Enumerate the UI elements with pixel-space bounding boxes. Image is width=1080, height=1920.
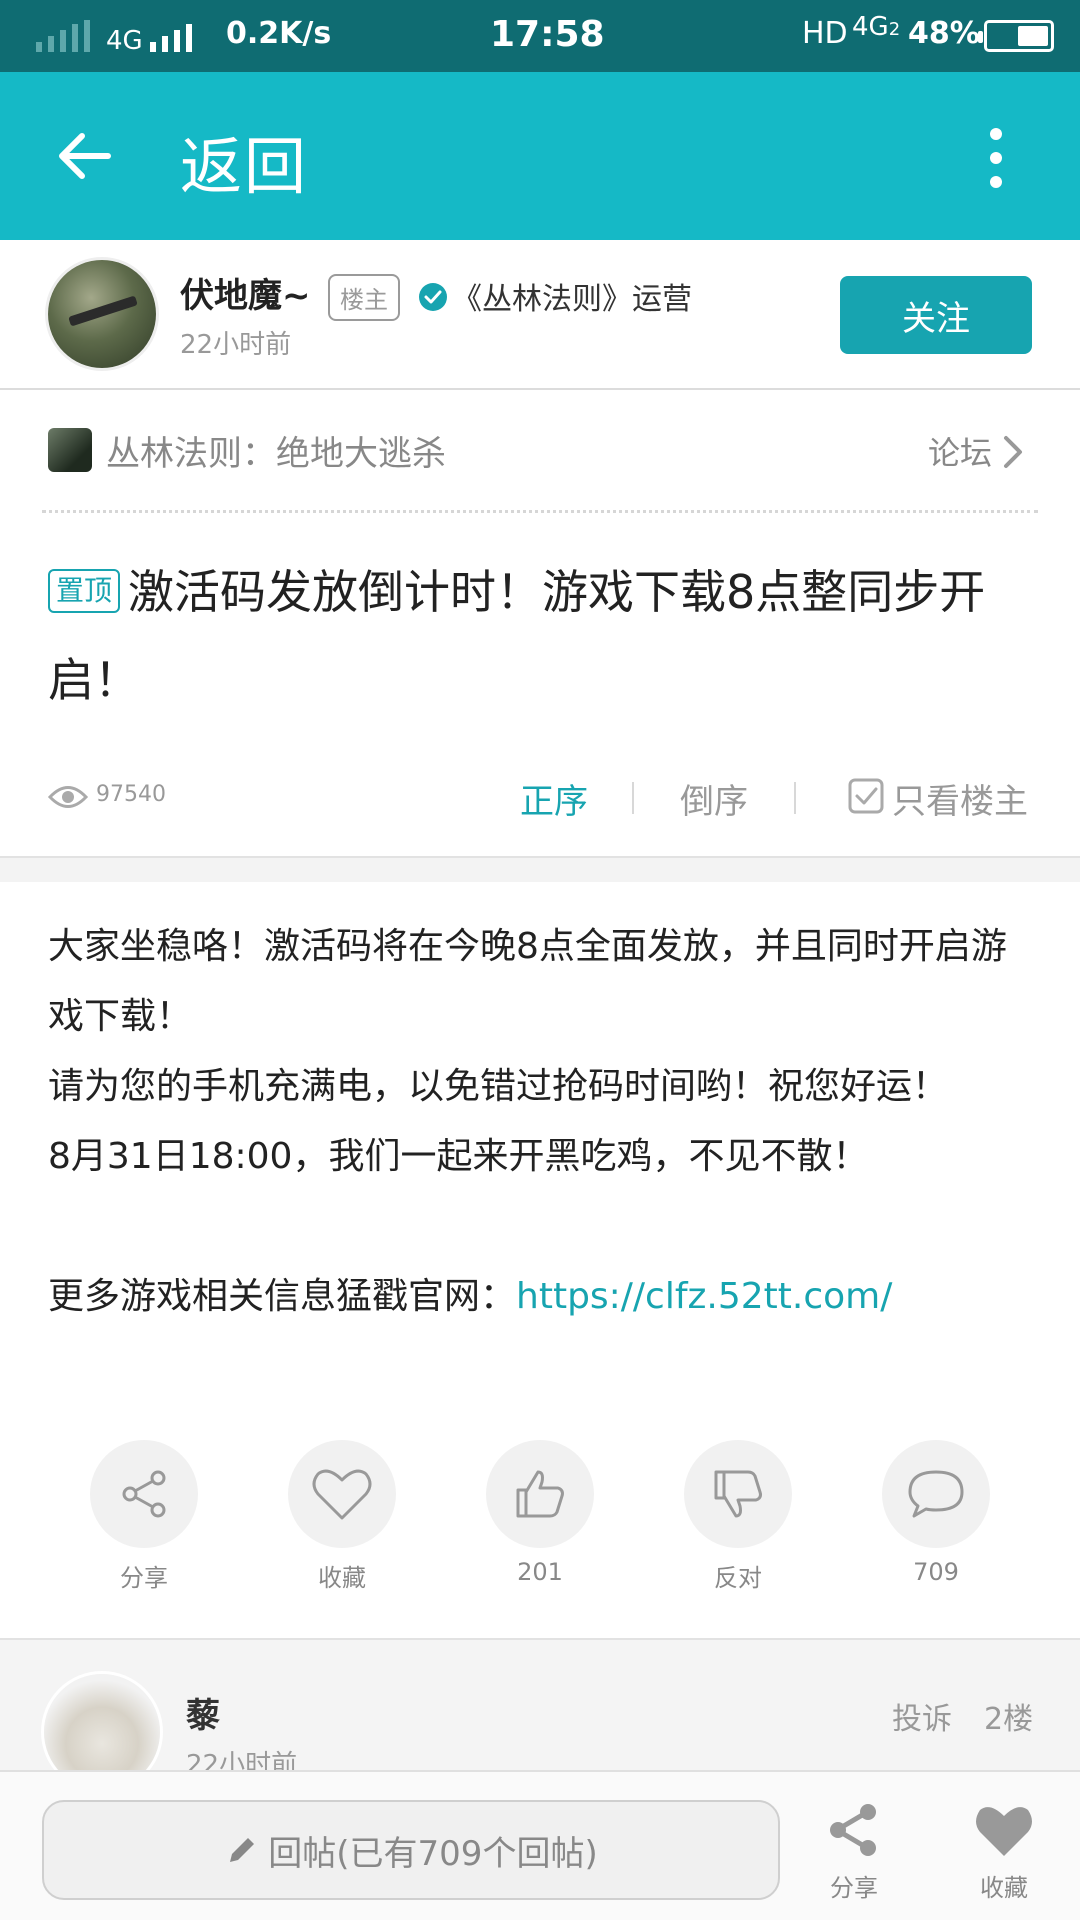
back-label[interactable]: 返回 [180, 116, 308, 206]
forum-name[interactable]: 丛林法则：绝地大逃杀 [106, 426, 446, 475]
body-line: 请为您的手机充满电，以免错过抢码时间哟！祝您好运！ [48, 1066, 949, 1107]
post-title: 置顶 激活码发放倒计时！游戏下载8点整同步开启！ [48, 548, 1038, 724]
report-button[interactable]: 投诉 [892, 1694, 952, 1738]
separator [632, 782, 634, 814]
signal-icon-sim2 [150, 22, 192, 52]
network-type-sim1: 4G [106, 26, 143, 56]
separator [794, 782, 796, 814]
body-line: 8月31日18:00，我们一起来开黑吃鸡，不见不散！ [48, 1136, 869, 1177]
post-actions: 分享 收藏 201 反对 709 [0, 1440, 1080, 1620]
comment-count: 709 [913, 1558, 959, 1586]
post-title-text: 激活码发放倒计时！游戏下载8点整同步开启！ [48, 565, 986, 707]
verified-icon [419, 283, 447, 311]
thumbs-down-icon [714, 1470, 762, 1518]
pencil-icon [230, 1838, 255, 1862]
comment-icon [908, 1470, 964, 1518]
thumbs-up-icon [516, 1470, 564, 1518]
eye-icon [48, 786, 88, 808]
reply-input[interactable]: 回帖(已有709个回帖) [42, 1800, 780, 1900]
oppose-label: 反对 [714, 1564, 762, 1592]
official-site-link[interactable]: https://clfz.52tt.com/ [516, 1276, 892, 1317]
more-info-prefix: 更多游戏相关信息猛戳官网： [48, 1276, 517, 1317]
bottom-bar: 回帖(已有709个回帖) 分享 收藏 [0, 1770, 1080, 1920]
sort-ascending-tab[interactable]: 正序 [520, 774, 588, 823]
sort-descending-tab[interactable]: 倒序 [680, 774, 748, 823]
author-row: 伏地魔~ 楼主 《丛林法则》运营 22小时前 关注 [0, 240, 1080, 390]
share-icon [830, 1804, 876, 1856]
author-name[interactable]: 伏地魔~ [180, 268, 311, 317]
pinned-badge: 置顶 [48, 569, 121, 613]
reply-author-name[interactable]: 藜 [186, 1688, 220, 1737]
bottom-share-button[interactable]: 分享 [804, 1800, 904, 1903]
bottom-favorite-label: 收藏 [980, 1874, 1028, 1902]
app-bar: 返回 [0, 72, 1080, 240]
author-role: 《丛林法则》运营 [452, 282, 692, 317]
heart-icon [976, 1807, 1032, 1856]
share-icon [122, 1470, 166, 1518]
clock: 17:58 [490, 14, 605, 55]
hd-indicator: HD [802, 16, 848, 51]
like-action[interactable]: 201 [486, 1440, 594, 1586]
back-arrow-icon[interactable] [52, 124, 116, 188]
battery-percent: 48% [908, 16, 980, 51]
post-body: 大家坐稳咯！激活码将在今晚8点全面发放，并且同时开启游戏下载！ 请为您的手机充满… [48, 912, 1038, 1332]
forum-row[interactable]: 丛林法则：绝地大逃杀 论坛 [0, 392, 1080, 512]
favorite-action[interactable]: 收藏 [288, 1440, 396, 1593]
floor-number: 2楼 [984, 1702, 1034, 1737]
follow-button[interactable]: 关注 [840, 276, 1032, 354]
view-count: 97540 [96, 782, 166, 807]
body-line: 大家坐稳咯！激活码将在今晚8点全面发放，并且同时开启游戏下载！ [48, 926, 1007, 1037]
section-divider [0, 856, 1080, 882]
battery-icon [978, 20, 1054, 52]
oppose-action[interactable]: 反对 [684, 1440, 792, 1593]
chevron-right-icon[interactable] [1000, 432, 1028, 472]
forum-link[interactable]: 论坛 [928, 428, 992, 474]
dotted-divider [42, 510, 1038, 513]
favorite-label: 收藏 [318, 1564, 366, 1592]
comment-action[interactable]: 709 [882, 1440, 990, 1586]
network-type-sim2: 4G2 [852, 12, 901, 42]
author-avatar[interactable] [48, 260, 156, 368]
status-bar: 4G 0.2K/s 17:58 HD 4G2 48% [0, 0, 1080, 72]
like-count: 201 [517, 1558, 563, 1586]
bottom-favorite-button[interactable]: 收藏 [954, 1800, 1054, 1903]
op-badge: 楼主 [328, 274, 400, 321]
reply-placeholder: 回帖(已有709个回帖) [268, 1833, 598, 1874]
heart-icon [312, 1469, 372, 1520]
bottom-share-label: 分享 [830, 1874, 878, 1902]
only-op-toggle[interactable]: 只看楼主 [892, 774, 1028, 823]
share-label: 分享 [120, 1564, 168, 1592]
more-info-line: 更多游戏相关信息猛戳官网：https://clfz.52tt.com/ [48, 1262, 1038, 1332]
post-meta-row: 97540 正序 倒序 只看楼主 [0, 760, 1080, 834]
checkbox-icon[interactable] [848, 778, 884, 814]
more-options-icon[interactable] [984, 128, 1008, 188]
forum-icon [48, 428, 92, 472]
post-time: 22小时前 [180, 330, 292, 360]
network-speed: 0.2K/s [226, 16, 332, 51]
share-action[interactable]: 分享 [90, 1440, 198, 1593]
signal-icon-sim1 [36, 20, 90, 52]
